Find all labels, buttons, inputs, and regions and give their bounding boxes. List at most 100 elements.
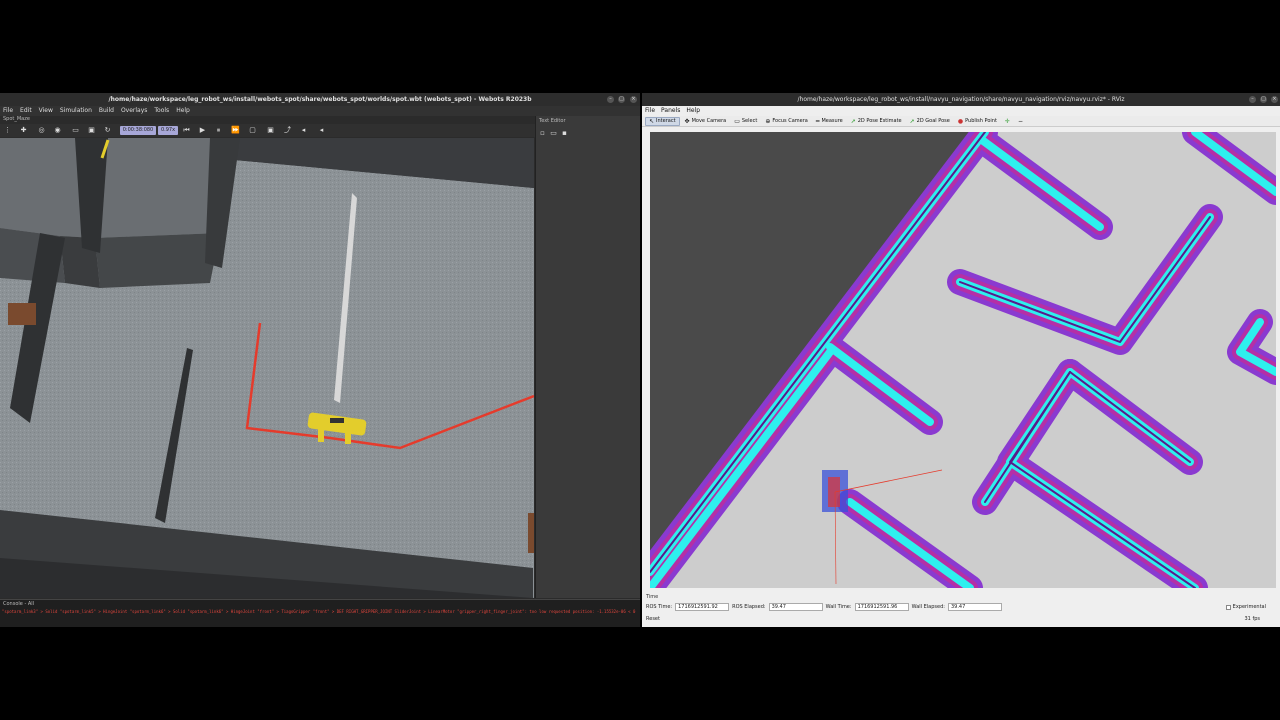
world-info-icon[interactable]: ◎ — [38, 127, 45, 134]
tool-focus-camera[interactable]: ⊕ Focus Camera — [762, 117, 811, 126]
text-editor-panel[interactable]: Text Editor ▫ ▭ ▪ — [535, 116, 640, 598]
tool-publish-point-label: Publish Point — [965, 118, 997, 124]
ros-elapsed-label: ROS Elapsed: — [732, 604, 766, 610]
rviz-menu-panels[interactable]: Panels — [661, 106, 680, 116]
menu-file[interactable]: File — [3, 106, 13, 116]
fps-counter: 31 fps — [1244, 616, 1261, 622]
wooden-box — [8, 303, 36, 325]
menu-build[interactable]: Build — [99, 106, 114, 116]
minus-icon: − — [1017, 117, 1023, 125]
time-panel-header: Time — [646, 594, 659, 600]
ros-time-label: ROS Time: — [646, 604, 673, 610]
text-editor-toolbar: ▫ ▭ ▪ — [536, 127, 641, 137]
save-world-icon[interactable]: ▣ — [88, 127, 95, 134]
menu-view[interactable]: View — [39, 106, 53, 116]
checkbox-icon — [1225, 604, 1231, 610]
cursor-icon: ↖ — [649, 117, 655, 125]
new-file-icon[interactable]: ▫ — [539, 130, 546, 137]
menu-simulation[interactable]: Simulation — [60, 106, 92, 116]
share-icon[interactable]: ⤴ — [284, 127, 291, 134]
plus-icon: ✛ — [1004, 117, 1010, 125]
scene-tree-toggle-icon[interactable]: ⋮ — [4, 127, 11, 134]
simulation-time: 0:00:38:080 — [120, 126, 156, 135]
play-icon[interactable]: ▶ — [199, 127, 206, 134]
reload-world-icon[interactable]: ↻ — [104, 127, 111, 134]
tool-measure[interactable]: ━ Measure — [813, 117, 846, 126]
webots-toolbar: ⋮ ✚ ◎ ◉ ▭ ▣ ↻ 0:00:38:080 0.97x ⏮ ▶ ⏸ ⏩ … — [0, 124, 535, 137]
open-world-icon[interactable]: ▭ — [72, 127, 79, 134]
tool-2d-pose-estimate-label: 2D Pose Estimate — [857, 118, 902, 124]
move-camera-icon: ✥ — [684, 117, 690, 125]
rviz-toolbar: ↖ Interact ✥ Move Camera ▭ Select ⊕ Focus Ca… — [642, 116, 1280, 127]
add-node-icon[interactable]: ✚ — [20, 127, 27, 134]
time-row: ROS Time: 1716912591.92 ROS Elapsed: 39.… — [646, 603, 1002, 611]
menu-overlays[interactable]: Overlays — [121, 106, 147, 116]
menu-tools[interactable]: Tools — [154, 106, 169, 116]
rviz-title-bar: /home/haze/workspace/leg_robot_ws/instal… — [642, 93, 1280, 106]
tool-select[interactable]: ▭ Select — [731, 117, 760, 126]
tool-interact-label: Interact — [656, 118, 676, 124]
pause-icon[interactable]: ⏸ — [215, 127, 222, 134]
time-panel: Time ROS Time: 1716912591.92 ROS Elapsed… — [642, 592, 1280, 627]
step-back-icon[interactable]: ⏮ — [183, 127, 190, 134]
add-tool-button[interactable]: ✛ — [1002, 117, 1013, 126]
minimize-icon[interactable]: – — [607, 96, 614, 103]
tool-2d-pose-estimate[interactable]: ➚ 2D Pose Estimate — [848, 117, 905, 126]
reset-button[interactable]: Reset — [644, 616, 662, 622]
tool-2d-goal-pose-label: 2D Goal Pose — [916, 118, 950, 124]
sound-icon[interactable]: ◂ — [318, 127, 325, 134]
console-title: Console - All — [3, 601, 35, 607]
tool-publish-point[interactable]: ● Publish Point — [955, 117, 1000, 126]
tool-interact[interactable]: ↖ Interact — [645, 116, 680, 126]
menu-help[interactable]: Help — [176, 106, 190, 116]
wall-time-field: 1716912591.96 — [854, 603, 909, 611]
wall-time-label: Wall Time: — [825, 604, 852, 610]
ros-time-field: 1716912591.92 — [675, 603, 730, 611]
ruler-icon: ━ — [815, 117, 820, 125]
simulation-speed: 0.97x — [158, 126, 178, 135]
tool-2d-goal-pose[interactable]: ➚ 2D Goal Pose — [907, 117, 953, 126]
maximize-icon[interactable]: □ — [618, 96, 625, 103]
fast-forward-icon[interactable]: ⏩ — [231, 127, 240, 134]
screenshot-icon[interactable]: ▣ — [267, 127, 274, 134]
wall-elapsed-label: Wall Elapsed: — [911, 604, 945, 610]
tool-measure-label: Measure — [821, 118, 843, 124]
open-file-icon[interactable]: ▭ — [550, 130, 557, 137]
pin-icon: ● — [957, 117, 964, 125]
view-icon[interactable]: ◉ — [54, 127, 61, 134]
costmap-render — [650, 132, 1276, 588]
rviz-menu-help[interactable]: Help — [686, 106, 700, 116]
scene-tree-label: Spot_Maze — [3, 116, 30, 122]
console-error-line: "spotarm_link3" > Solid "spotarm_link5" … — [2, 609, 636, 614]
focus-icon: ⊕ — [765, 117, 771, 125]
console-panel: Console - All "spotarm_link3" > Solid "s… — [0, 599, 640, 627]
remove-tool-button[interactable]: − — [1015, 117, 1026, 126]
rviz-menubar: File Panels Help — [642, 106, 1280, 116]
save-file-icon[interactable]: ▪ — [561, 130, 568, 137]
rviz-3d-view[interactable] — [650, 132, 1276, 588]
rviz-window: /home/haze/workspace/leg_robot_ws/instal… — [642, 93, 1280, 627]
webots-3d-view[interactable] — [0, 138, 534, 598]
experimental-label: Experimental — [1232, 604, 1266, 610]
tool-move-camera-label: Move Camera — [691, 118, 727, 124]
rviz-close-icon[interactable]: × — [1271, 96, 1278, 103]
tool-move-camera[interactable]: ✥ Move Camera — [682, 117, 730, 126]
maze-3d-scene — [0, 138, 534, 598]
record-icon[interactable]: ▢ — [249, 127, 256, 134]
webots-title-bar: /home/haze/workspace/leg_robot_ws/instal… — [0, 93, 640, 106]
text-editor-title: Text Editor — [539, 118, 566, 124]
tool-focus-camera-label: Focus Camera — [772, 118, 808, 124]
webots-window: /home/haze/workspace/leg_robot_ws/instal… — [0, 93, 640, 627]
goal-pose-icon: ➚ — [909, 117, 915, 125]
rviz-minimize-icon[interactable]: – — [1249, 96, 1256, 103]
ros-elapsed-field: 39.47 — [768, 603, 823, 611]
volume-icon[interactable]: ◂ — [300, 127, 307, 134]
pose-estimate-icon: ➚ — [850, 117, 856, 125]
select-icon: ▭ — [734, 117, 740, 125]
rviz-menu-file[interactable]: File — [645, 106, 655, 116]
rviz-maximize-icon[interactable]: □ — [1260, 96, 1267, 103]
wall-elapsed-field: 39.47 — [947, 603, 1002, 611]
menu-edit[interactable]: Edit — [20, 106, 32, 116]
close-icon[interactable]: × — [630, 96, 637, 103]
experimental-checkbox[interactable]: Experimental — [1225, 604, 1266, 610]
